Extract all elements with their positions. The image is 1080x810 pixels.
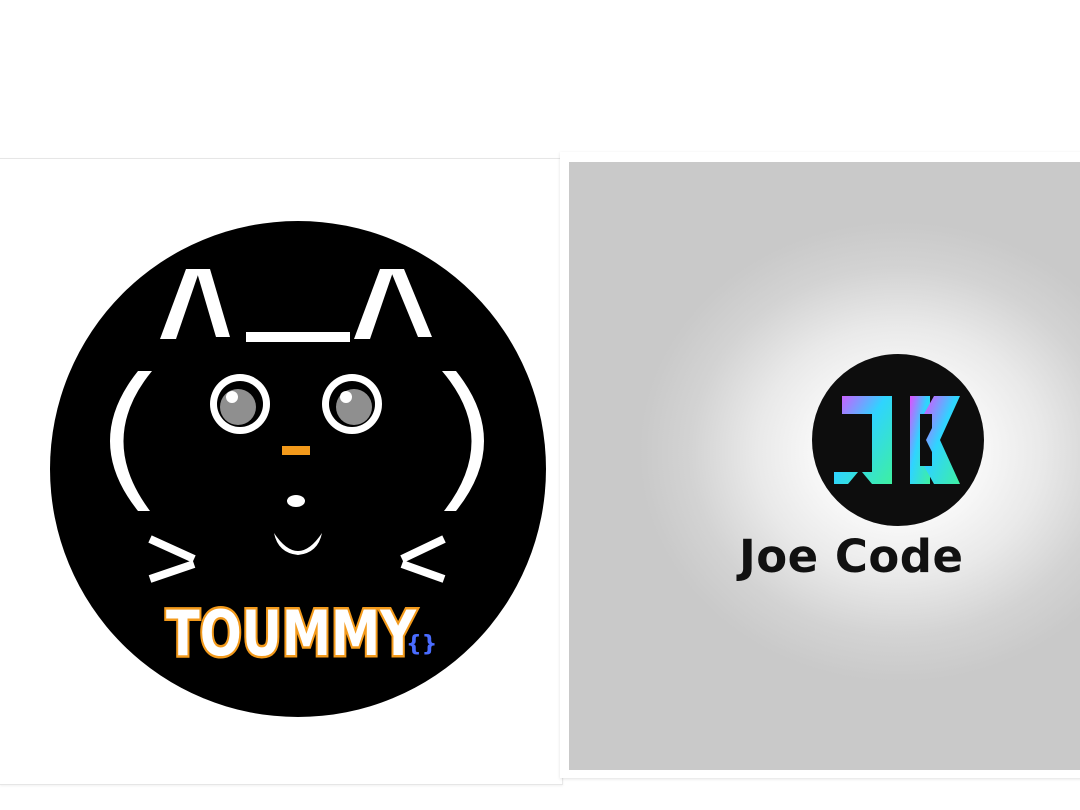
toummy-brace-text: {}: [406, 632, 437, 657]
joe-code-logo-background: Joe Code: [569, 162, 1080, 770]
joe-code-caption: Joe Code: [739, 530, 964, 583]
cat-left-eye-icon: [210, 374, 270, 434]
cat-mouth-dot-icon: [287, 495, 305, 507]
toummy-wordmark-text: TOUMMY: [166, 597, 417, 670]
cat-nose-icon: [282, 446, 310, 455]
page: TOUMMY {} Joe Code: [0, 0, 1080, 810]
cat-right-eye-icon: [322, 374, 382, 434]
toummy-wordmark: TOUMMY {}: [164, 595, 438, 673]
toummy-logo: TOUMMY {}: [50, 221, 546, 717]
joe-code-logo-card: Joe Code: [560, 152, 1080, 778]
jc-monogram-icon: [812, 354, 984, 526]
toummy-logo-card: TOUMMY {}: [0, 158, 563, 785]
